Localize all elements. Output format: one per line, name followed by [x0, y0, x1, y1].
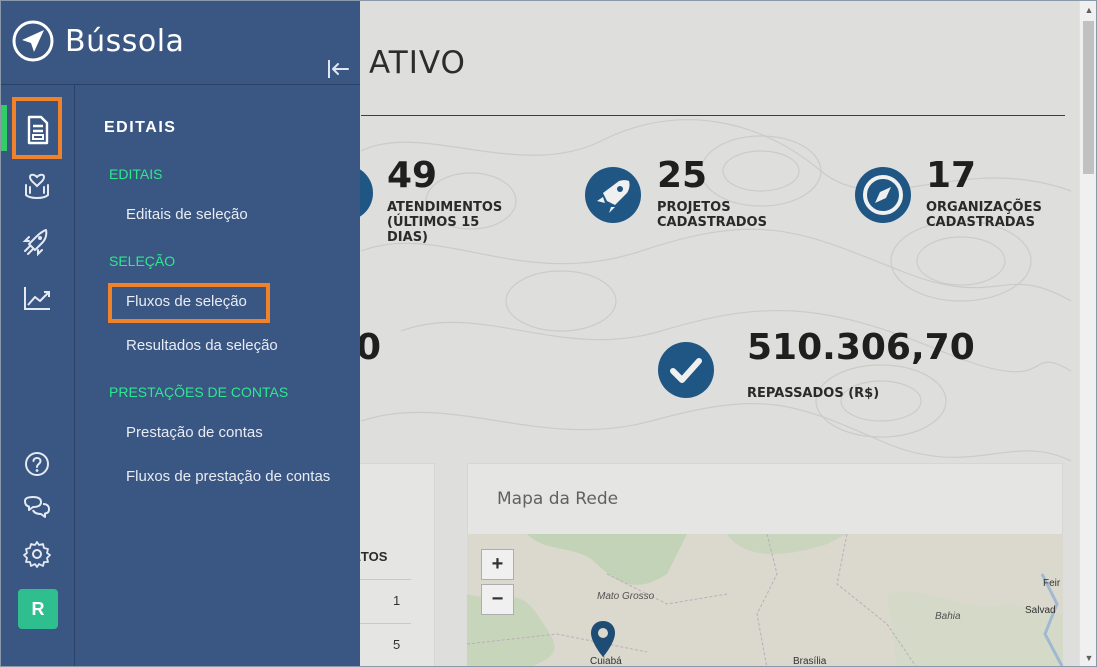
map-zoom-in-button[interactable]: + [481, 549, 514, 580]
user-avatar[interactable]: R [18, 589, 58, 629]
rocket-icon [585, 167, 641, 223]
chart-icon[interactable] [20, 281, 54, 315]
collapse-sidebar-icon[interactable] [326, 58, 350, 80]
menu-item-prestacao-de-contas[interactable]: Prestação de contas [126, 424, 263, 441]
stat-label-organizations: ORGANIZAÇÕES CADASTRADAS [926, 200, 1042, 230]
stat-label-attendances: ATENDIMENTOS (ÚLTIMOS 15 DIAS) [387, 200, 503, 245]
compass-logo-icon [12, 20, 54, 62]
sidebar: Bússola R EDITAIS EDITAIS Editais de sel… [1, 1, 360, 666]
help-icon[interactable] [20, 447, 54, 481]
chat-icon[interactable] [20, 492, 54, 526]
heart-hand-icon[interactable] [20, 169, 54, 203]
scroll-up-arrow-icon[interactable]: ▲ [1080, 1, 1096, 19]
app-name: Bússola [65, 23, 185, 59]
map-label-mato-grosso: Mato Grosso [597, 591, 655, 602]
map-label-bahia: Bahia [935, 611, 961, 622]
map-title: Mapa da Rede [497, 489, 619, 509]
compass-icon [855, 167, 911, 223]
map-label-salvador: Salvad [1025, 605, 1056, 616]
scroll-thumb[interactable] [1083, 21, 1094, 174]
network-map[interactable] [467, 534, 1063, 666]
brand[interactable]: Bússola [11, 19, 184, 63]
check-icon [658, 342, 714, 398]
stat-label-projects: PROJETOS CADASTRADOS [657, 200, 767, 230]
table-cell: 1 [393, 593, 401, 608]
stat-value-projects: 25 [657, 155, 708, 196]
map-label-brasilia: Brasília [793, 656, 827, 667]
map-label-feira: Feir [1043, 578, 1061, 589]
rail-divider [74, 85, 75, 666]
menu-item-editais-de-selecao[interactable]: Editais de seleção [126, 206, 248, 223]
menu-section-selecao: SELEÇÃO [109, 253, 176, 269]
gear-icon[interactable] [20, 537, 54, 571]
stat-value-transferred: 510.306,70 [747, 327, 975, 368]
dashboard-divider [361, 115, 1065, 116]
map-marker-icon[interactable] [589, 619, 617, 659]
menu-item-fluxos-de-selecao[interactable]: Fluxos de seleção [126, 293, 247, 310]
rail-active-indicator [1, 105, 7, 151]
stat-value-attendances: 49 [387, 155, 438, 196]
map-terrain [467, 534, 1063, 666]
document-icon[interactable] [20, 113, 54, 147]
menu-section-prestacoes-de-contas: PRESTAÇÕES DE CONTAS [109, 384, 289, 400]
menu-title: EDITAIS [104, 119, 177, 136]
dashboard-title: ATIVO [369, 45, 466, 81]
sidebar-header-divider [1, 84, 360, 85]
table-cell: 5 [393, 637, 401, 652]
rocket-icon[interactable] [20, 225, 54, 259]
browser-frame: ATIVO 49 ATENDIMENTOS (ÚLTIMOS 15 DIAS) … [0, 0, 1097, 667]
vertical-scrollbar[interactable]: ▲ ▼ [1079, 1, 1096, 666]
menu-item-resultados-da-selecao[interactable]: Resultados da seleção [126, 337, 278, 354]
map-zoom-out-button[interactable]: − [481, 584, 514, 615]
menu-section-editais: EDITAIS [109, 166, 163, 182]
stat-value-organizations: 17 [926, 155, 977, 196]
menu-item-fluxos-de-prestacao-de-contas[interactable]: Fluxos de prestação de contas [126, 468, 330, 485]
scroll-down-arrow-icon[interactable]: ▼ [1080, 649, 1096, 666]
stat-label-transferred: REPASSADOS (R$) [747, 386, 880, 401]
